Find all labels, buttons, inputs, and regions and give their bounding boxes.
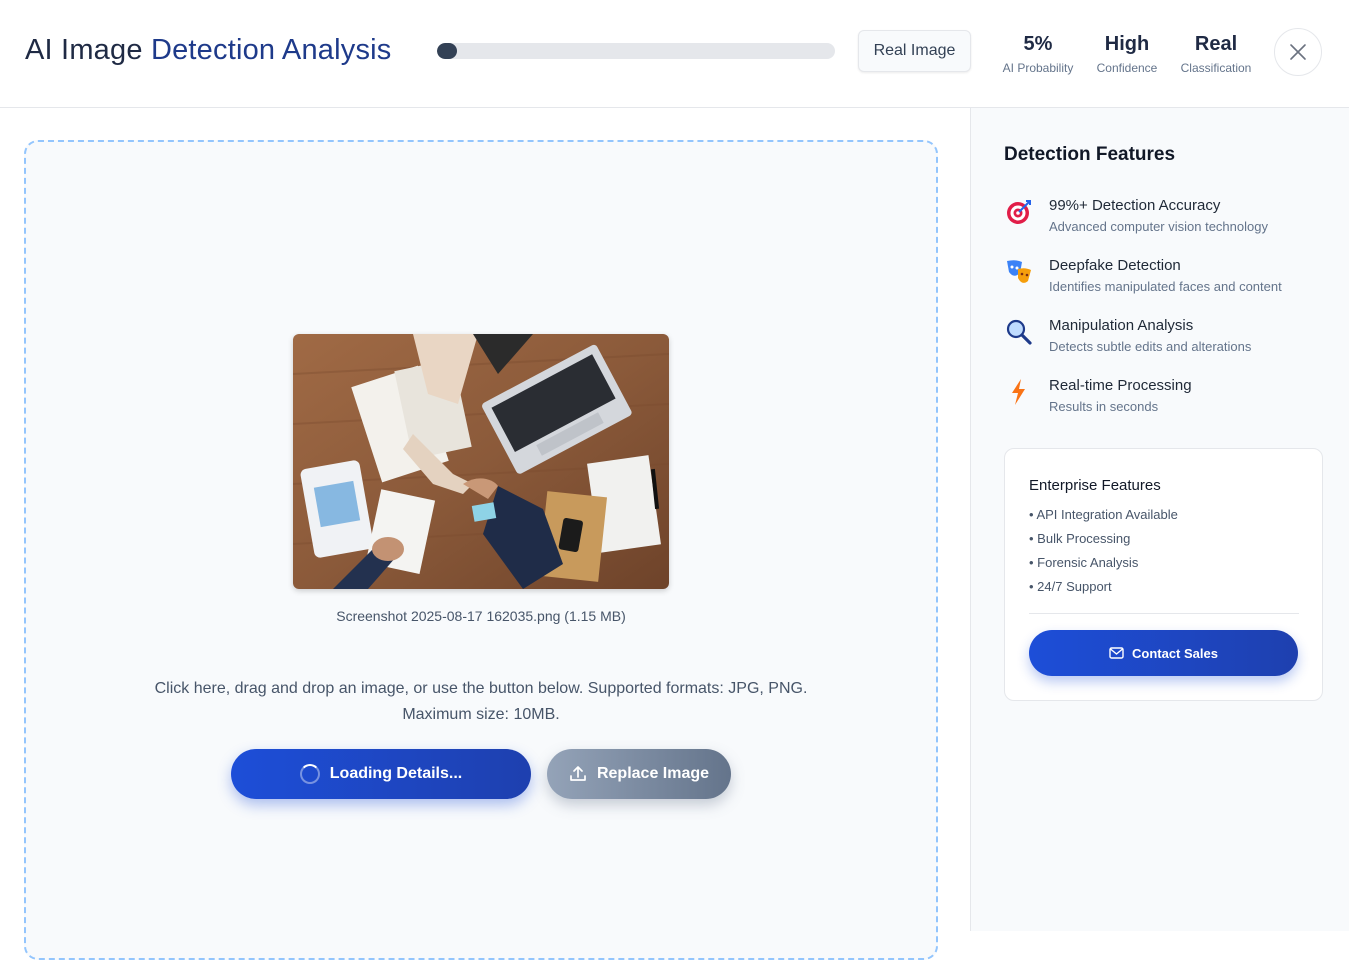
main-panel: Screenshot 2025-08-17 162035.png (1.15 M… [0,108,970,960]
loading-details-label: Loading Details... [329,765,463,782]
list-item: • 24/7 Support [1029,579,1112,594]
divider [1029,613,1299,614]
page-title-part2: Detection Analysis [150,34,392,66]
replace-image-label: Replace Image [596,765,710,782]
ai-probability-bar [437,43,835,59]
enterprise-list: • API Integration Available • Bulk Proce… [1029,507,1178,603]
photo-handshake-meeting [293,334,669,589]
stat-label: Classification [1180,61,1252,75]
stat-value: High [1104,33,1150,55]
uploaded-filename: Screenshot 2025-08-17 162035.png (1.15 M… [336,608,626,624]
magnifier-icon [1006,319,1032,345]
enterprise-title: Enterprise Features [1029,477,1161,494]
contact-sales-label: Contact Sales [1132,645,1218,661]
feature-desc: Identifies manipulated faces and content [1049,279,1282,294]
stat-value: Real [1194,33,1238,55]
result-badge: Real Image [858,30,971,72]
stat-classification: Real Classification [1178,32,1254,75]
close-icon [1290,44,1306,60]
upload-hint-line1: Click here, drag and drop an image, or u… [154,680,808,697]
feature-title: Deepfake Detection [1049,257,1181,274]
close-button[interactable] [1274,28,1322,76]
upload-hint-line2: Maximum size: 10MB. [402,706,560,723]
page-title-part1: AI Image [25,34,143,66]
feature-desc: Detects subtle edits and alterations [1049,339,1252,354]
list-item: • Bulk Processing [1029,531,1131,546]
feature-title: Real-time Processing [1049,377,1192,394]
list-item: • Forensic Analysis [1029,555,1139,570]
stat-label: AI Probability [1002,61,1074,75]
stat-label: Confidence [1096,61,1158,75]
mail-icon [1109,647,1124,659]
masks-icon [1007,260,1031,283]
feature-desc: Results in seconds [1049,399,1159,414]
feature-desc: Advanced computer vision technology [1049,219,1268,234]
uploaded-image-preview [293,334,669,589]
stat-confidence: High Confidence [1094,32,1160,75]
feature-title: Manipulation Analysis [1049,317,1194,334]
list-item: • API Integration Available [1029,507,1178,522]
stat-value: 5% [1023,33,1053,55]
sidebar-title: Detection Features [1004,144,1176,165]
upload-icon [570,766,586,781]
feature-title: 99%+ Detection Accuracy [1049,197,1221,214]
spinner-icon [299,764,320,784]
app-header: AI Image Detection Analysis Real Image 5… [0,0,1349,108]
ai-probability-fill [437,43,457,59]
target-icon [1007,200,1031,224]
enterprise-features-card: Enterprise Features • API Integration Av… [1004,448,1323,701]
replace-image-button[interactable]: Replace Image [547,749,731,799]
contact-sales-button[interactable]: Contact Sales [1029,630,1298,676]
upload-hint: Click here, drag and drop an image, or u… [146,676,816,728]
loading-details-button[interactable]: Loading Details... [231,749,531,799]
image-dropzone[interactable]: Screenshot 2025-08-17 162035.png (1.15 M… [24,140,938,960]
stat-ai-probability: 5% AI Probability [1000,32,1076,75]
detection-features-sidebar: Detection Features 99%+ Detection Accura… [970,108,1349,931]
page-title: AI Image Detection Analysis [25,34,392,67]
lightning-icon [1012,379,1025,405]
